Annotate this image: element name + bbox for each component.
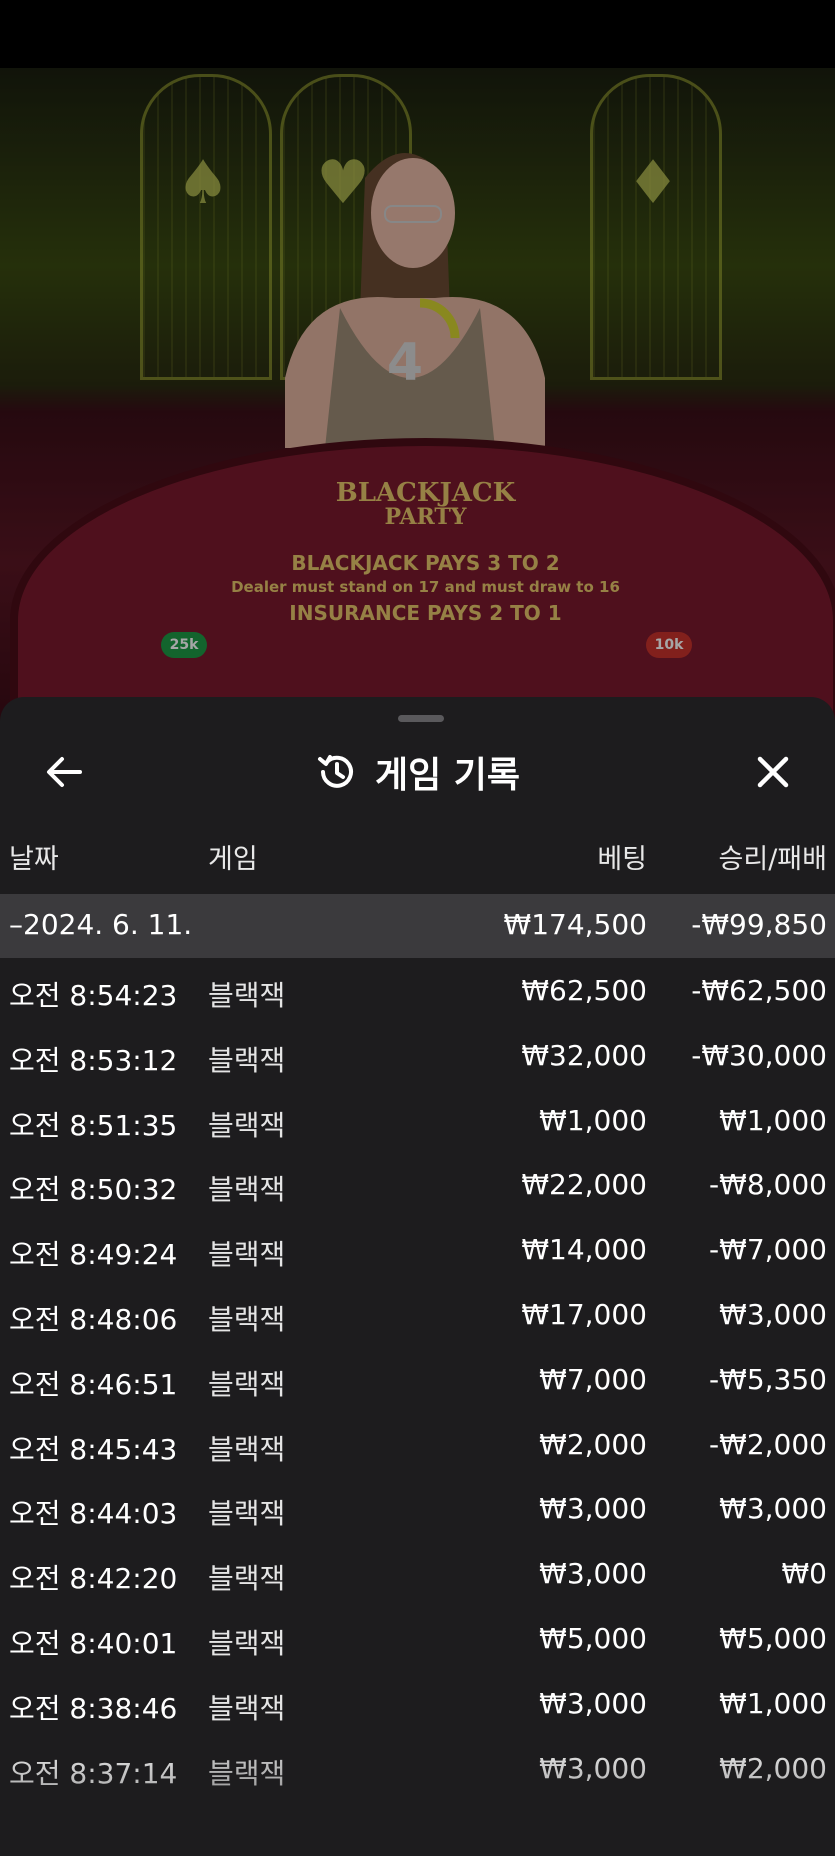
row-bet: ₩2,000 <box>539 1427 647 1461</box>
row-result: ₩3,000 <box>719 1492 827 1526</box>
title-text: 게임 기록 <box>374 755 520 796</box>
row-game: 블랙잭 <box>208 1173 286 1207</box>
row-game: 블랙잭 <box>208 1302 286 1336</box>
row-game: 블랙잭 <box>208 1432 286 1466</box>
row-result: ₩5,000 <box>719 1621 827 1655</box>
row-bet: ₩14,000 <box>521 1233 647 1267</box>
row-game: 블랙잭 <box>208 1108 286 1142</box>
row-game: 블랙잭 <box>208 1562 286 1596</box>
row-result: ₩1,000 <box>719 1686 827 1720</box>
row-bet: ₩22,000 <box>521 1168 647 1202</box>
table-row[interactable]: 오전 8:45:43 블랙잭 ₩2,000 -₩2,000 <box>0 1412 835 1477</box>
row-result: -₩5,350 <box>709 1362 827 1396</box>
column-result[interactable]: 승리/패배 <box>719 837 827 876</box>
row-result: ₩3,000 <box>719 1297 827 1331</box>
dim-overlay <box>0 68 835 728</box>
column-bet[interactable]: 베팅 <box>597 837 647 876</box>
row-game: 블랙잭 <box>208 1691 286 1725</box>
column-date[interactable]: 날짜 <box>9 837 59 876</box>
row-game: 블랙잭 <box>208 1043 286 1077</box>
row-time: 오전 8:42:20 <box>9 1562 178 1596</box>
row-bet: ₩62,500 <box>521 974 647 1007</box>
table-row[interactable]: 오전 8:37:14 블랙잭 ₩3,000 ₩2,000 <box>0 1736 835 1801</box>
row-game: 블랙잭 <box>208 1756 286 1790</box>
row-time: 오전 8:38:46 <box>9 1691 178 1725</box>
table-row[interactable]: 오전 8:44:03 블랙잭 ₩3,000 ₩3,000 <box>0 1476 835 1541</box>
row-result: -₩62,500 <box>691 974 827 1007</box>
close-button[interactable] <box>748 747 798 797</box>
row-result: ₩2,000 <box>719 1751 827 1785</box>
row-result: -₩8,000 <box>709 1168 827 1202</box>
sheet-title: 게임 기록 <box>0 737 835 807</box>
row-bet: ₩17,000 <box>521 1297 647 1331</box>
row-result: ₩0 <box>781 1557 828 1591</box>
row-bet: ₩7,000 <box>539 1362 647 1396</box>
date-group-row[interactable]: –2024. 6. 11. ₩174,500 -₩99,850 <box>0 894 835 958</box>
row-time: 오전 8:45:43 <box>9 1432 178 1466</box>
row-time: 오전 8:51:35 <box>9 1108 178 1142</box>
table-row[interactable]: 오전 8:38:46 블랙잭 ₩3,000 ₩1,000 <box>0 1671 835 1736</box>
row-bet: ₩3,000 <box>539 1492 647 1526</box>
row-game: 블랙잭 <box>208 979 286 1012</box>
drag-handle[interactable] <box>398 715 444 722</box>
table-row[interactable]: 오전 8:54:23 블랙잭 ₩62,500 -₩62,500 <box>0 958 835 1023</box>
column-game[interactable]: 게임 <box>208 837 258 876</box>
row-result: -₩2,000 <box>709 1427 827 1461</box>
row-result: -₩30,000 <box>691 1038 827 1072</box>
row-bet: ₩32,000 <box>521 1038 647 1072</box>
row-time: 오전 8:46:51 <box>9 1367 178 1401</box>
row-game: 블랙잭 <box>208 1238 286 1272</box>
row-time: 오전 8:40:01 <box>9 1626 178 1660</box>
row-bet: ₩3,000 <box>539 1686 647 1720</box>
table-row[interactable]: 오전 8:53:12 블랙잭 ₩32,000 -₩30,000 <box>0 1023 835 1088</box>
table-row[interactable]: 오전 8:49:24 블랙잭 ₩14,000 -₩7,000 <box>0 1217 835 1282</box>
close-x-icon <box>757 756 789 788</box>
date-group-bet-total: ₩174,500 <box>503 908 647 941</box>
table-row[interactable]: 오전 8:42:20 블랙잭 ₩3,000 ₩0 <box>0 1541 835 1606</box>
column-headers: 날짜 게임 베팅 승리/패배 <box>0 837 835 881</box>
row-time: 오전 8:48:06 <box>9 1302 178 1336</box>
history-list: 오전 8:54:23 블랙잭 ₩62,500 -₩62,500 오전 8:53:… <box>0 958 835 1800</box>
table-row[interactable]: 오전 8:48:06 블랙잭 ₩17,000 ₩3,000 <box>0 1282 835 1347</box>
status-bar <box>0 0 835 68</box>
date-group-result-total: -₩99,850 <box>691 908 827 941</box>
row-result: ₩1,000 <box>719 1103 827 1137</box>
row-time: 오전 8:44:03 <box>9 1497 178 1531</box>
game-history-sheet: 게임 기록 날짜 게임 베팅 승리/패배 –2024. 6. 11. ₩174,… <box>0 697 835 1856</box>
table-row[interactable]: 오전 8:51:35 블랙잭 ₩1,000 ₩1,000 <box>0 1088 835 1153</box>
table-row[interactable]: 오전 8:46:51 블랙잭 ₩7,000 -₩5,350 <box>0 1347 835 1412</box>
row-time: 오전 8:53:12 <box>9 1043 178 1077</box>
sheet-header: 게임 기록 <box>0 737 835 807</box>
row-bet: ₩3,000 <box>539 1751 647 1785</box>
row-game: 블랙잭 <box>208 1367 286 1401</box>
row-time: 오전 8:54:23 <box>9 979 178 1012</box>
row-result: -₩7,000 <box>709 1233 827 1267</box>
row-game: 블랙잭 <box>208 1626 286 1660</box>
row-time: 오전 8:37:14 <box>9 1756 178 1790</box>
row-time: 오전 8:50:32 <box>9 1173 178 1207</box>
row-game: 블랙잭 <box>208 1497 286 1531</box>
table-row[interactable]: 오전 8:40:01 블랙잭 ₩5,000 ₩5,000 <box>0 1606 835 1671</box>
row-time: 오전 8:49:24 <box>9 1238 178 1272</box>
row-bet: ₩1,000 <box>539 1103 647 1137</box>
date-group-label: –2024. 6. 11. <box>9 908 193 941</box>
table-row[interactable]: 오전 8:50:32 블랙잭 ₩22,000 -₩8,000 <box>0 1152 835 1217</box>
row-bet: ₩5,000 <box>539 1621 647 1655</box>
row-bet: ₩3,000 <box>539 1557 647 1591</box>
history-clock-icon <box>317 755 353 788</box>
